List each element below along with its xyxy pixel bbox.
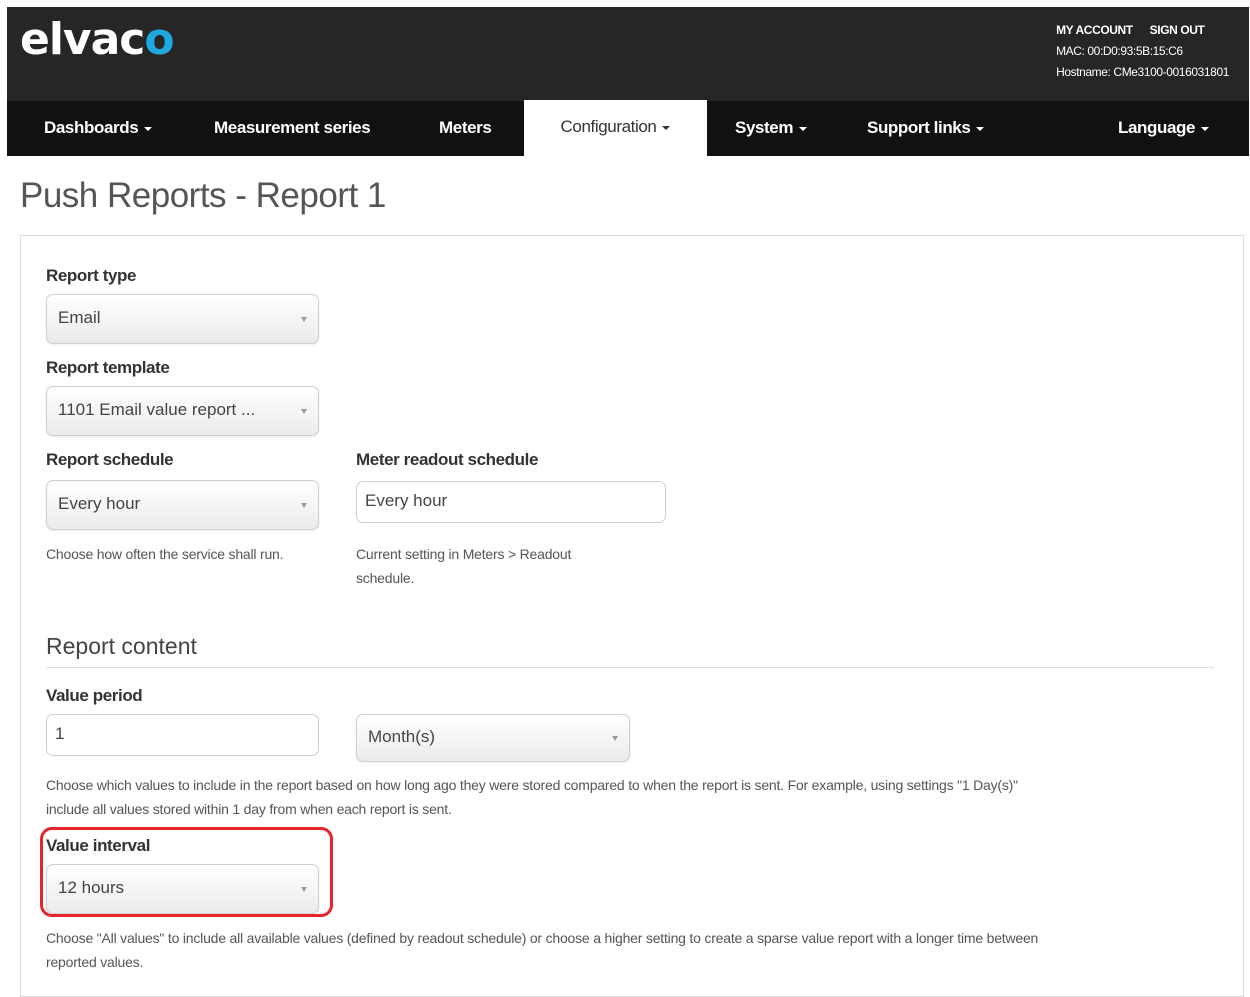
mac-address: MAC: 00:D0:93:5B:15:C6 (1056, 44, 1183, 58)
report-schedule-value: Every hour (58, 494, 141, 513)
dropdown-arrow-icon (301, 317, 307, 322)
value-period-amount-value: 1 (55, 724, 65, 743)
nav-support-links-label: Support links (867, 118, 971, 137)
nav-dashboards-label: Dashboards (44, 118, 139, 137)
value-period-help-line1: Choose which values to include in the re… (46, 777, 1018, 793)
main-nav: Dashboards Measurement series Meters Con… (7, 100, 1249, 156)
report-content-heading: Report content (46, 633, 197, 659)
report-schedule-label: Report schedule (46, 450, 174, 469)
meter-readout-schedule-field: Every hour (356, 481, 666, 523)
nav-dashboards[interactable]: Dashboards (44, 101, 153, 156)
report-template-value: 1101 Email value report ... (58, 400, 256, 419)
app-header: elvaco MY ACCOUNT SIGN OUT MAC: 00:D0:93… (7, 7, 1249, 101)
elvaco-logo[interactable]: elvaco (20, 14, 175, 65)
chevron-down-icon (662, 125, 671, 130)
chevron-down-icon (1201, 126, 1210, 131)
value-interval-help: Choose "All values" to include all avail… (46, 926, 1038, 974)
report-type-value: Email (58, 308, 101, 327)
report-type-select[interactable]: Email (46, 294, 319, 344)
value-interval-help-line1: Choose "All values" to include all avail… (46, 930, 1039, 946)
nav-language[interactable]: Language (1118, 101, 1210, 156)
meter-readout-help-line2: schedule. (356, 570, 415, 586)
logo-text: elvac (20, 14, 145, 65)
value-period-unit-value: Month(s) (368, 727, 436, 746)
report-template-label: Report template (46, 358, 170, 377)
value-period-unit-select[interactable]: Month(s) (356, 714, 630, 762)
value-period-help: Choose which values to include in the re… (46, 773, 1018, 821)
dropdown-arrow-icon (612, 736, 618, 741)
nav-configuration[interactable]: Configuration (524, 100, 707, 156)
meter-readout-help-line1: Current setting in Meters > Readout (356, 546, 572, 562)
hostname: Hostname: CMe3100-0016031801 (1056, 65, 1229, 79)
logo-accent: o (144, 14, 174, 65)
value-interval-help-line2: reported values. (46, 954, 144, 970)
nav-configuration-label: Configuration (560, 117, 657, 136)
nav-measurement-series-label: Measurement series (214, 118, 371, 137)
chevron-down-icon (799, 126, 808, 131)
dropdown-arrow-icon (301, 503, 307, 508)
nav-meters-label: Meters (439, 118, 492, 137)
report-template-select[interactable]: 1101 Email value report ... (46, 386, 319, 436)
section-divider (46, 667, 1214, 668)
report-type-label: Report type (46, 266, 137, 285)
meter-readout-schedule-help: Current setting in Meters > Readout sche… (356, 542, 571, 590)
nav-support-links[interactable]: Support links (867, 101, 985, 156)
meter-readout-schedule-label: Meter readout schedule (356, 450, 539, 469)
value-period-help-line2: include all values stored within 1 day f… (46, 801, 452, 817)
value-period-label: Value period (46, 686, 143, 705)
chevron-down-icon (144, 126, 153, 131)
nav-measurement-series[interactable]: Measurement series (214, 101, 371, 156)
report-schedule-help: Choose how often the service shall run. (46, 546, 284, 562)
account-info: MY ACCOUNT SIGN OUT MAC: 00:D0:93:5B:15:… (1056, 20, 1229, 83)
sign-out-link[interactable]: SIGN OUT (1150, 23, 1205, 37)
page-title: Push Reports - Report 1 (20, 176, 386, 215)
my-account-link[interactable]: MY ACCOUNT (1056, 23, 1133, 37)
value-interval-highlight (40, 827, 333, 917)
report-schedule-select[interactable]: Every hour (46, 480, 319, 530)
chevron-down-icon (976, 126, 985, 131)
dropdown-arrow-icon (301, 409, 307, 414)
nav-system-label: System (735, 118, 794, 137)
nav-language-label: Language (1118, 118, 1196, 137)
nav-system[interactable]: System (735, 101, 808, 156)
nav-meters[interactable]: Meters (439, 101, 492, 156)
value-period-amount-input[interactable]: 1 (46, 714, 319, 756)
meter-readout-schedule-value: Every hour (365, 491, 448, 510)
